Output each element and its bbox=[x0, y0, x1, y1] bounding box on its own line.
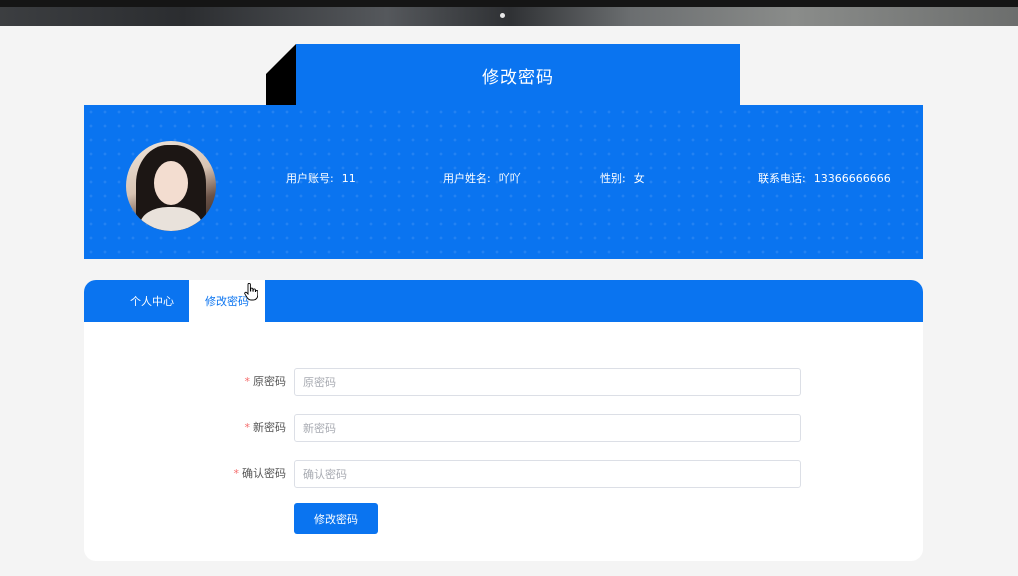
required-mark: * bbox=[233, 467, 240, 480]
phone-value: 13366666666 bbox=[813, 172, 891, 185]
required-mark: * bbox=[244, 375, 251, 388]
profile-gender: 性别: 女 bbox=[600, 170, 645, 186]
profile-name: 用户姓名: 吖吖 bbox=[443, 170, 521, 186]
profile-banner: 用户账号: 11 用户姓名: 吖吖 性别: 女 联系电话: 13366666666 bbox=[84, 105, 923, 259]
profile-phone: 联系电话: 13366666666 bbox=[758, 170, 891, 186]
tab-personal-center[interactable]: 个人中心 bbox=[115, 280, 189, 322]
account-label: 用户账号: bbox=[286, 172, 334, 185]
change-password-button[interactable]: 修改密码 bbox=[294, 503, 378, 534]
form-row-old-password: * 原密码 bbox=[84, 368, 923, 396]
new-password-label: * 新密码 bbox=[244, 421, 287, 434]
confirm-password-label: * 确认密码 bbox=[233, 467, 287, 480]
old-password-label: * 原密码 bbox=[244, 375, 287, 388]
avatar bbox=[126, 141, 216, 231]
hand-pointer-icon bbox=[244, 283, 258, 301]
name-label: 用户姓名: bbox=[443, 172, 491, 185]
phone-label: 联系电话: bbox=[758, 172, 806, 185]
page-title: 修改密码 bbox=[296, 44, 740, 106]
old-password-input[interactable] bbox=[294, 368, 801, 396]
carousel-dot-icon[interactable] bbox=[500, 13, 505, 18]
form-row-new-password: * 新密码 bbox=[84, 414, 923, 442]
gender-value: 女 bbox=[633, 172, 645, 185]
gender-label: 性别: bbox=[600, 172, 626, 185]
title-fold-decoration bbox=[266, 44, 296, 105]
form-row-confirm-password: * 确认密码 bbox=[84, 460, 923, 488]
required-mark: * bbox=[244, 421, 251, 434]
tab-bar: 个人中心 修改密码 bbox=[84, 280, 923, 322]
account-value: 11 bbox=[341, 172, 356, 185]
profile-account: 用户账号: 11 bbox=[286, 170, 356, 186]
confirm-password-input[interactable] bbox=[294, 460, 801, 488]
name-value: 吖吖 bbox=[498, 172, 521, 185]
password-card: 个人中心 修改密码 * 原密码 * 新密码 * 确认密码 修改密码 bbox=[84, 280, 923, 561]
new-password-input[interactable] bbox=[294, 414, 801, 442]
banner-carousel bbox=[0, 0, 1018, 26]
